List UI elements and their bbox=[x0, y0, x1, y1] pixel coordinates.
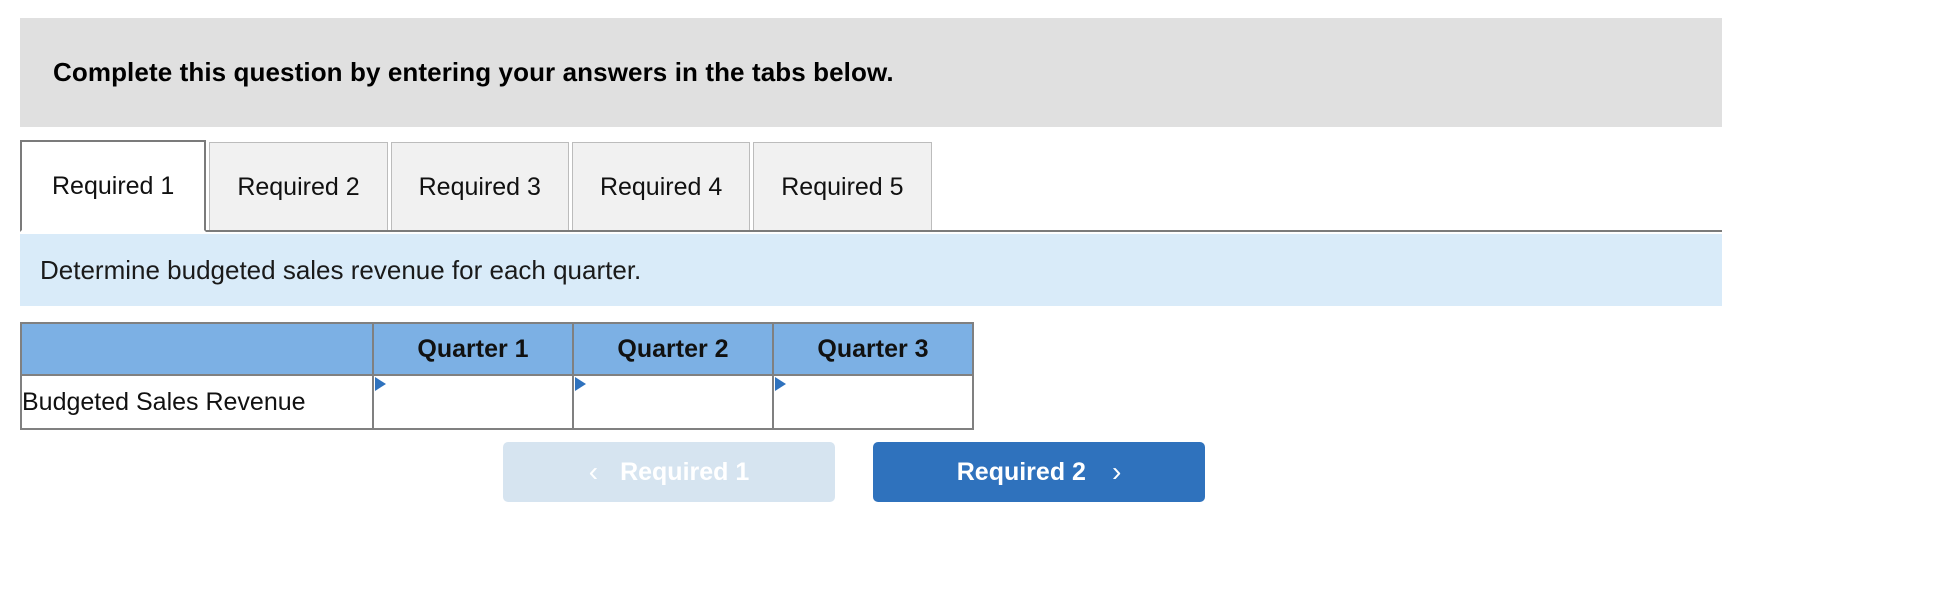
row-label-budgeted-sales-revenue: Budgeted Sales Revenue bbox=[20, 374, 374, 430]
table-header-blank bbox=[20, 322, 374, 376]
tab-required-2[interactable]: Required 2 bbox=[209, 142, 388, 232]
tab-required-5-label: Required 5 bbox=[781, 172, 904, 201]
table-header-quarter-3: Quarter 3 bbox=[772, 322, 974, 376]
input-cell-quarter-2[interactable] bbox=[572, 374, 774, 430]
answer-table: Quarter 1 Quarter 2 Quarter 3 Budgeted S… bbox=[20, 322, 974, 430]
table-header-row: Quarter 1 Quarter 2 Quarter 3 bbox=[20, 322, 974, 376]
tab-required-3-label: Required 3 bbox=[418, 172, 541, 201]
input-quarter-1[interactable] bbox=[374, 376, 572, 428]
tab-required-1[interactable]: Required 1 bbox=[20, 140, 207, 232]
prev-required-button[interactable]: ‹ Required 1 bbox=[503, 442, 835, 502]
tab-required-5[interactable]: Required 5 bbox=[753, 142, 932, 232]
prev-required-button-label: Required 1 bbox=[620, 457, 750, 486]
required-tabs: Required 1 Required 2 Required 3 Require… bbox=[20, 140, 1722, 234]
chevron-left-icon: ‹ bbox=[588, 456, 599, 487]
next-required-button[interactable]: Required 2 › bbox=[873, 442, 1205, 502]
question-panel: Complete this question by entering your … bbox=[0, 0, 1950, 616]
tabs-row: Required 1 Required 2 Required 3 Require… bbox=[20, 140, 935, 232]
table-header-quarter-2: Quarter 2 bbox=[572, 322, 774, 376]
input-cell-quarter-3[interactable] bbox=[772, 374, 974, 430]
tab-required-4[interactable]: Required 4 bbox=[571, 142, 751, 232]
input-quarter-2[interactable] bbox=[574, 376, 772, 428]
chevron-right-icon: › bbox=[1111, 456, 1122, 487]
tab-required-4-label: Required 4 bbox=[599, 172, 723, 201]
tab-required-2-label: Required 2 bbox=[237, 172, 360, 201]
input-quarter-3[interactable] bbox=[774, 376, 972, 428]
tab-required-3[interactable]: Required 3 bbox=[390, 142, 569, 232]
navigation-buttons: ‹ Required 1 Required 2 › bbox=[503, 442, 1205, 502]
input-cell-quarter-1[interactable] bbox=[372, 374, 574, 430]
tab-required-1-label: Required 1 bbox=[52, 171, 175, 200]
answer-table-body: Budgeted Sales Revenue bbox=[20, 374, 974, 430]
task-instruction-bar: Determine budgeted sales revenue for eac… bbox=[20, 234, 1722, 306]
task-instruction-text: Determine budgeted sales revenue for eac… bbox=[40, 254, 642, 285]
instruction-banner: Complete this question by entering your … bbox=[20, 18, 1722, 127]
next-required-button-label: Required 2 bbox=[956, 457, 1086, 486]
table-row: Budgeted Sales Revenue bbox=[20, 374, 974, 430]
answer-table-head: Quarter 1 Quarter 2 Quarter 3 bbox=[20, 322, 974, 376]
tab-underline bbox=[20, 230, 1722, 232]
answer-table-wrapper: Quarter 1 Quarter 2 Quarter 3 Budgeted S… bbox=[20, 322, 974, 430]
table-header-quarter-1: Quarter 1 bbox=[372, 322, 574, 376]
instruction-banner-text: Complete this question by entering your … bbox=[53, 57, 894, 87]
